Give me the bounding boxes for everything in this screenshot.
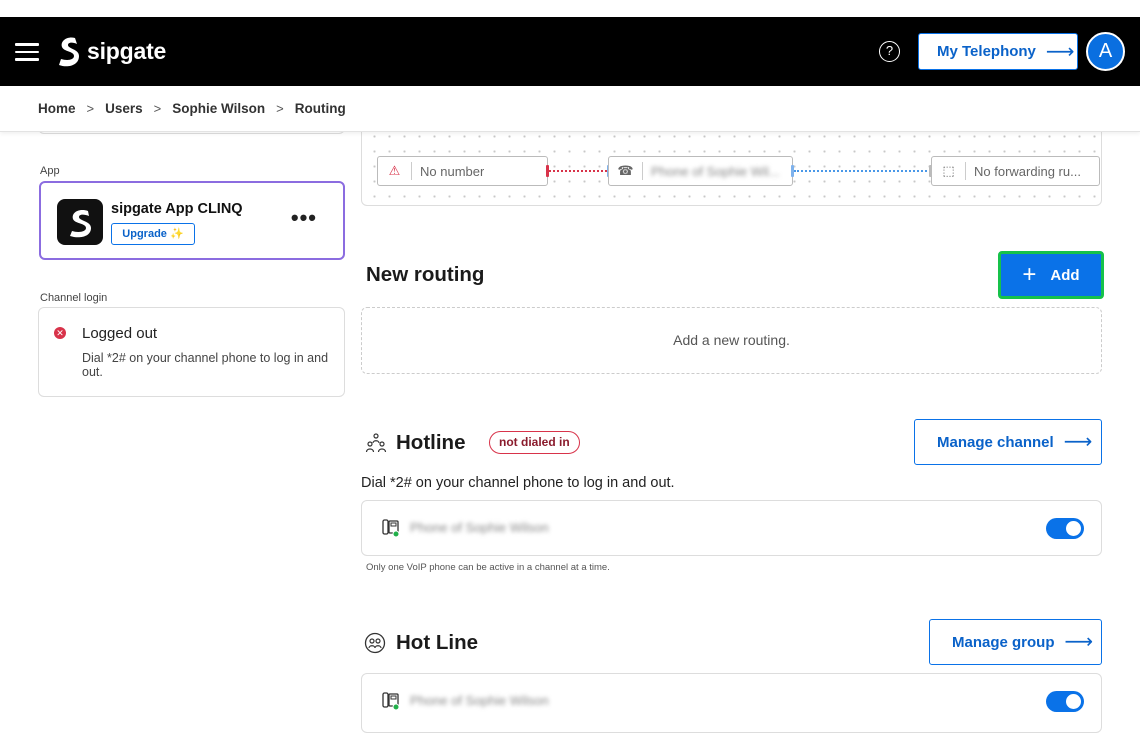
graph-node-number[interactable]: ⚠ No number: [377, 156, 548, 186]
error-status-icon: ✕: [54, 327, 66, 339]
phone-name: Phone of Sophie Wilson: [410, 693, 549, 708]
new-routing-title: New routing: [366, 263, 485, 286]
app-section-label: App: [40, 165, 60, 177]
app-card[interactable]: sipgate App CLINQ Upgrade ✨ •••: [39, 181, 345, 260]
breadcrumb-home[interactable]: Home: [38, 101, 76, 116]
phone-active-toggle[interactable]: [1046, 518, 1084, 539]
toggle-knob: [1066, 694, 1081, 709]
empty-routing-placeholder[interactable]: Add a new routing.: [361, 307, 1102, 374]
add-routing-button[interactable]: + Add: [998, 251, 1104, 299]
graph-connector: [794, 170, 931, 172]
breadcrumb-user[interactable]: Sophie Wilson: [172, 101, 265, 116]
upgrade-button[interactable]: Upgrade ✨: [111, 223, 195, 245]
app-name: sipgate App CLINQ: [111, 201, 243, 217]
graph-node-label: No forwarding ru...: [974, 163, 1081, 179]
sipgate-logo-icon[interactable]: [55, 36, 81, 68]
channel-phone-note: Only one VoIP phone can be active in a c…: [366, 562, 610, 573]
breadcrumb-current: Routing: [294, 101, 346, 116]
upgrade-label: Upgrade: [122, 228, 167, 240]
desk-phone-icon: ☎: [609, 162, 643, 180]
phone-name: Phone of Sophie Wilson: [410, 520, 549, 535]
chevron-right-icon: >: [276, 101, 284, 116]
arrow-right-icon: ⟶: [1063, 431, 1093, 453]
manage-group-label: Manage group: [952, 633, 1055, 651]
clinq-app-icon: [57, 199, 103, 245]
chevron-right-icon: >: [153, 101, 162, 116]
manage-channel-button[interactable]: Manage channel ⟶: [914, 419, 1102, 465]
app-header: sipgate ? My Telephony ⟶ A: [0, 17, 1140, 86]
dashed-square-icon: ⬚: [932, 162, 966, 180]
avatar[interactable]: A: [1086, 32, 1125, 71]
sparkle-icon: ✨: [169, 228, 184, 240]
manage-channel-label: Manage channel: [937, 433, 1054, 451]
login-status-title: Logged out: [82, 325, 158, 342]
status-badge: not dialed in: [489, 431, 580, 454]
warning-icon: ⚠: [378, 162, 412, 180]
desk-phone-icon: [382, 692, 400, 711]
more-options-icon[interactable]: •••: [291, 207, 317, 229]
plus-icon: +: [1022, 261, 1037, 288]
hotline-title: Hotline: [396, 431, 466, 454]
breadcrumb: Home > Users > Sophie Wilson > Routing: [38, 101, 346, 116]
top-spacer: [0, 0, 1140, 17]
hot-line-title: Hot Line: [396, 631, 478, 654]
phone-row: Phone of Sophie Wilson: [361, 500, 1102, 556]
logo-text[interactable]: sipgate: [87, 38, 166, 65]
chevron-right-icon: >: [86, 101, 95, 116]
desk-phone-icon: [382, 519, 400, 538]
login-status-description: Dial *2# on your channel phone to log in…: [82, 351, 329, 379]
add-label: Add: [1050, 266, 1080, 284]
arrow-right-icon: ⟶: [1045, 40, 1075, 63]
graph-node-forwarding[interactable]: ⬚ No forwarding ru...: [931, 156, 1100, 186]
help-icon[interactable]: ?: [879, 41, 900, 62]
breadcrumb-bar: Home > Users > Sophie Wilson > Routing: [0, 86, 1140, 132]
arrow-right-icon: ⟶: [1064, 631, 1094, 653]
my-telephony-label: My Telephony: [937, 43, 1036, 60]
graph-node-label: No number: [420, 163, 485, 179]
my-telephony-button[interactable]: My Telephony ⟶: [918, 33, 1078, 70]
group-icon: [364, 632, 386, 654]
menu-icon[interactable]: [15, 43, 39, 61]
graph-connector: [549, 170, 607, 172]
channel-login-label: Channel login: [40, 292, 108, 304]
phone-active-toggle[interactable]: [1046, 691, 1084, 712]
channel-people-icon: [365, 433, 387, 453]
hotline-hint: Dial *2# on your channel phone to log in…: [361, 475, 675, 491]
channel-login-card: ✕ Logged out Dial *2# on your channel ph…: [38, 307, 345, 397]
toggle-knob: [1066, 521, 1081, 536]
graph-node-phone[interactable]: ☎ Phone of Sophie Wil...: [608, 156, 793, 186]
manage-group-button[interactable]: Manage group ⟶: [929, 619, 1102, 665]
graph-node-label: Phone of Sophie Wil...: [651, 163, 780, 179]
breadcrumb-users[interactable]: Users: [105, 101, 143, 116]
phone-row: Phone of Sophie Wilson: [361, 673, 1102, 733]
